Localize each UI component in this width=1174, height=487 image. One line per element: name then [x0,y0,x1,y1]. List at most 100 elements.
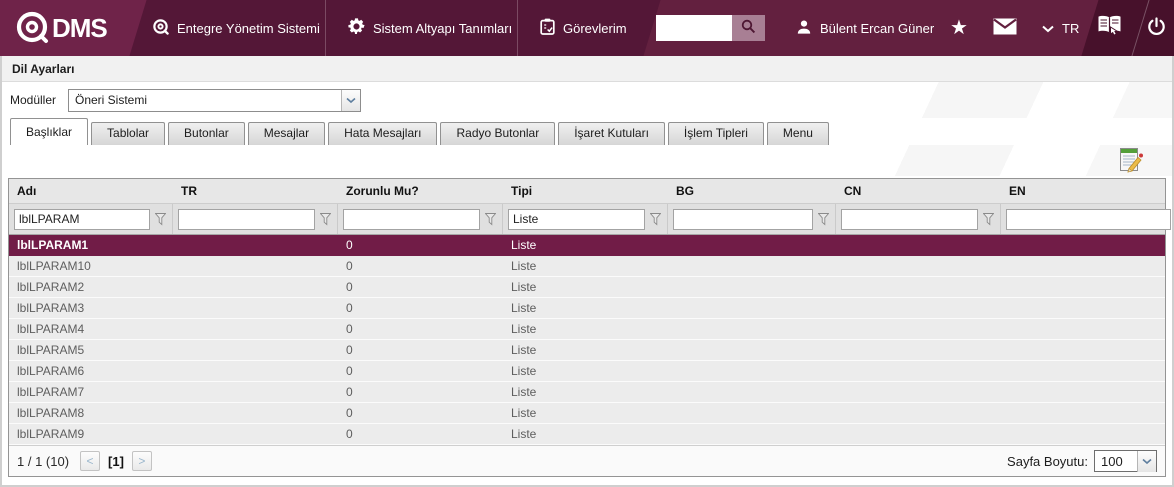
next-page-button[interactable]: > [131,451,152,471]
filter-cell [836,204,1001,234]
favorites-button[interactable]: ★ [950,0,968,56]
tab[interactable]: İşaret Kutuları [558,122,665,145]
cell-tipi: Liste [511,343,537,357]
cell-adi: lblLPARAM1 [17,238,89,252]
filter-input[interactable] [14,208,150,230]
table-row[interactable]: lblLPARAM1 0 Liste [9,235,1165,256]
topbar-search [656,0,765,56]
tab[interactable]: Mesajlar [247,122,326,145]
nav-separator [517,0,518,56]
cell-zorunlu-mu: 0 [346,322,353,336]
module-select[interactable]: Öneri Sistemi [68,88,361,112]
filter-funnel-icon[interactable] [649,212,662,226]
menu-item-sistem-altyapi-tanimlari[interactable]: Sistem Altyapı Tanımları [348,0,512,56]
filter-input[interactable] [343,208,480,230]
cell-tipi: Liste [511,427,537,441]
table-row[interactable]: lblLPARAM10 0 Liste [9,256,1165,277]
gear-icon [348,18,365,38]
search-input[interactable] [656,15,732,41]
module-selector-row: Modüller Öneri Sistemi [2,82,1172,118]
menu-item-gorevlerim[interactable]: Görevlerim [540,0,627,56]
filter-input[interactable] [178,208,315,230]
page-size-control: Sayfa Boyutu: 100 [1007,450,1157,472]
table-row[interactable]: lblLPARAM5 0 Liste [9,340,1165,361]
user-icon [796,19,812,38]
table-row[interactable]: lblLPARAM9 0 Liste [9,424,1165,445]
filter-funnel-icon[interactable] [484,212,497,226]
cell-zorunlu-mu: 0 [346,343,353,357]
qdms-q-icon [14,9,50,48]
filter-funnel-icon[interactable] [319,212,332,226]
table-row[interactable]: lblLPARAM2 0 Liste [9,277,1165,298]
tab[interactable]: Menu [766,122,829,145]
filter-funnel-icon[interactable] [982,212,995,226]
chevron-down-icon[interactable] [1137,450,1156,472]
help-book-icon [1095,14,1125,43]
module-select-value: Öneri Sistemi [75,93,148,107]
filter-cell [668,204,836,234]
data-grid: Adı TR Zorunlu Mu? Tipi BG CN EN lblLPAR… [8,178,1171,477]
page-size-select[interactable]: 100 [1094,450,1157,472]
menu-item-entegre-yonetim-sistemi[interactable]: Entegre Yönetim Sistemi [152,0,320,56]
page-size-value: 100 [1101,453,1123,469]
logout-button[interactable] [1147,0,1166,56]
cell-tipi: Liste [511,322,537,336]
cell-tipi: Liste [511,301,537,315]
column-header[interactable]: Adı [9,184,173,198]
pagination-summary: 1 / 1 (10) [17,453,70,469]
tab[interactable]: Hata Mesajları [328,122,438,145]
table-row[interactable]: lblLPARAM8 0 Liste [9,403,1165,424]
table-row[interactable]: lblLPARAM6 0 Liste [9,361,1165,382]
tab-label: Tablolar [107,126,150,140]
page-size-label: Sayfa Boyutu: [1007,453,1088,469]
filter-cell [9,204,173,234]
filter-input[interactable] [1006,208,1171,230]
tab-strip: Başlıklar Tablolar Butonlar Mesajlar Hat… [2,118,1172,145]
cell-adi: lblLPARAM6 [17,364,85,378]
column-header[interactable]: TR [173,184,338,198]
tab[interactable]: Radyo Butonlar [440,122,556,145]
chevron-down-icon[interactable] [341,89,360,111]
current-page: [1] [108,453,124,469]
tab[interactable]: İşlem Tipleri [667,122,764,145]
tab[interactable]: Başlıklar [10,118,89,145]
filter-input[interactable] [841,208,978,230]
tab[interactable]: Butonlar [168,122,245,145]
edit-list-button[interactable] [1117,148,1144,175]
tab-label: İşaret Kutuları [574,126,649,140]
module-selector-label: Modüller [10,93,57,107]
column-header[interactable]: BG [668,184,836,198]
qdms-logo[interactable]: DMS [14,0,108,56]
cell-adi: lblLPARAM2 [17,280,85,294]
star-icon: ★ [950,17,968,39]
table-row[interactable]: lblLPARAM7 0 Liste [9,382,1165,403]
filter-funnel-icon[interactable] [154,212,167,226]
cell-zorunlu-mu: 0 [346,364,353,378]
cell-tipi: Liste [511,259,537,273]
language-selector[interactable]: TR [1042,0,1079,56]
help-button[interactable] [1095,0,1125,56]
table-row[interactable]: lblLPARAM3 0 Liste [9,298,1165,319]
search-button[interactable] [732,15,765,41]
tab[interactable]: Tablolar [91,122,166,145]
filter-input[interactable] [673,208,813,230]
prev-page-button[interactable]: < [80,451,101,471]
qdms-circle-icon [152,18,169,38]
filter-funnel-icon[interactable] [817,212,830,226]
column-header[interactable]: Tipi [503,184,668,198]
table-row[interactable]: lblLPARAM4 0 Liste [9,319,1165,340]
tab-content-panel: Adı TR Zorunlu Mu? Tipi BG CN EN lblLPAR… [2,145,1172,477]
filter-cell [503,204,668,234]
column-header[interactable]: CN [836,184,1001,198]
filter-input[interactable] [508,208,645,230]
column-header[interactable]: EN [1001,184,1165,198]
messages-button[interactable] [993,0,1017,56]
language-label: TR [1062,20,1080,36]
cell-tipi: Liste [511,364,537,378]
tab-label: Radyo Butonlar [456,126,540,140]
chevron-down-icon [1042,21,1054,36]
column-header[interactable]: Zorunlu Mu? [338,184,503,198]
pagination-bar: 1 / 1 (10) < [1] > Sayfa Boyutu: 100 [9,445,1165,476]
page-title: Dil Ayarları [12,61,75,76]
user-menu[interactable]: Bülent Ercan Güner [796,0,934,56]
